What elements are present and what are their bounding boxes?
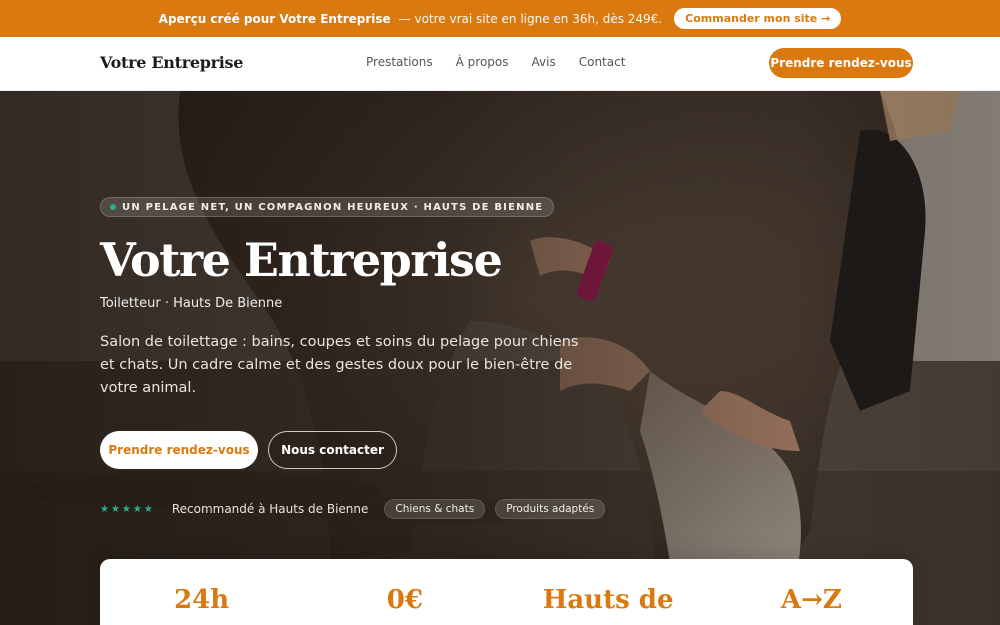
- announcement-bar: Aperçu créé pour Votre Entreprise — votr…: [0, 0, 1000, 37]
- hero-appointment-button[interactable]: Prendre rendez-vous: [100, 431, 258, 469]
- hero-section: UN PELAGE NET, UN COMPAGNON HEUREUX · HA…: [0, 91, 1000, 625]
- site-header: Votre Entreprise Prestations À propos Av…: [0, 37, 1000, 91]
- stat-value: 0€: [386, 585, 423, 615]
- promo-strong-text: Aperçu créé pour Votre Entreprise: [158, 11, 391, 26]
- feature-pill-pets: Chiens & chats: [384, 499, 486, 519]
- hero-description: Salon de toilettage : bains, coupes et s…: [100, 334, 579, 396]
- header-appointment-button[interactable]: Prendre rendez-vous: [769, 48, 913, 78]
- stat-value: 24h: [174, 585, 230, 615]
- rating-stars-icon: ★★★★★: [100, 503, 155, 515]
- main-nav: Prestations À propos Avis Contact: [366, 55, 648, 69]
- hero-eyebrow-badge: UN PELAGE NET, UN COMPAGNON HEUREUX · HA…: [100, 197, 555, 217]
- brand-logo[interactable]: Votre Entreprise: [100, 53, 243, 72]
- nav-link-a-propos[interactable]: À propos: [456, 55, 509, 69]
- feature-pill-products: Produits adaptés: [495, 499, 606, 519]
- social-proof-row: ★★★★★ Recommandé à Hauts de Bienne Chien…: [100, 499, 606, 519]
- order-site-button[interactable]: Commander mon site →: [674, 8, 842, 29]
- status-dot-icon: [110, 204, 116, 210]
- nav-link-prestations[interactable]: Prestations: [366, 55, 433, 69]
- stat-value: Hauts de: [542, 585, 674, 615]
- stat-value: A→Z: [780, 585, 842, 615]
- nav-link-contact[interactable]: Contact: [579, 55, 626, 69]
- hero-contact-button[interactable]: Nous contacter: [268, 431, 397, 469]
- hero-subtitle: Toiletteur · Hauts De Bienne: [100, 296, 283, 311]
- hero-title: Votre Entreprise: [100, 233, 503, 287]
- promo-text: — votre vrai site en ligne en 36h, dès 2…: [398, 11, 663, 26]
- hero-eyebrow-text: UN PELAGE NET, UN COMPAGNON HEUREUX · HA…: [122, 201, 544, 213]
- stats-card: 24h 0€ Hauts de A→Z: [100, 559, 913, 625]
- nav-link-avis[interactable]: Avis: [532, 55, 556, 69]
- recommendation-text: Recommandé à Hauts de Bienne: [171, 502, 369, 516]
